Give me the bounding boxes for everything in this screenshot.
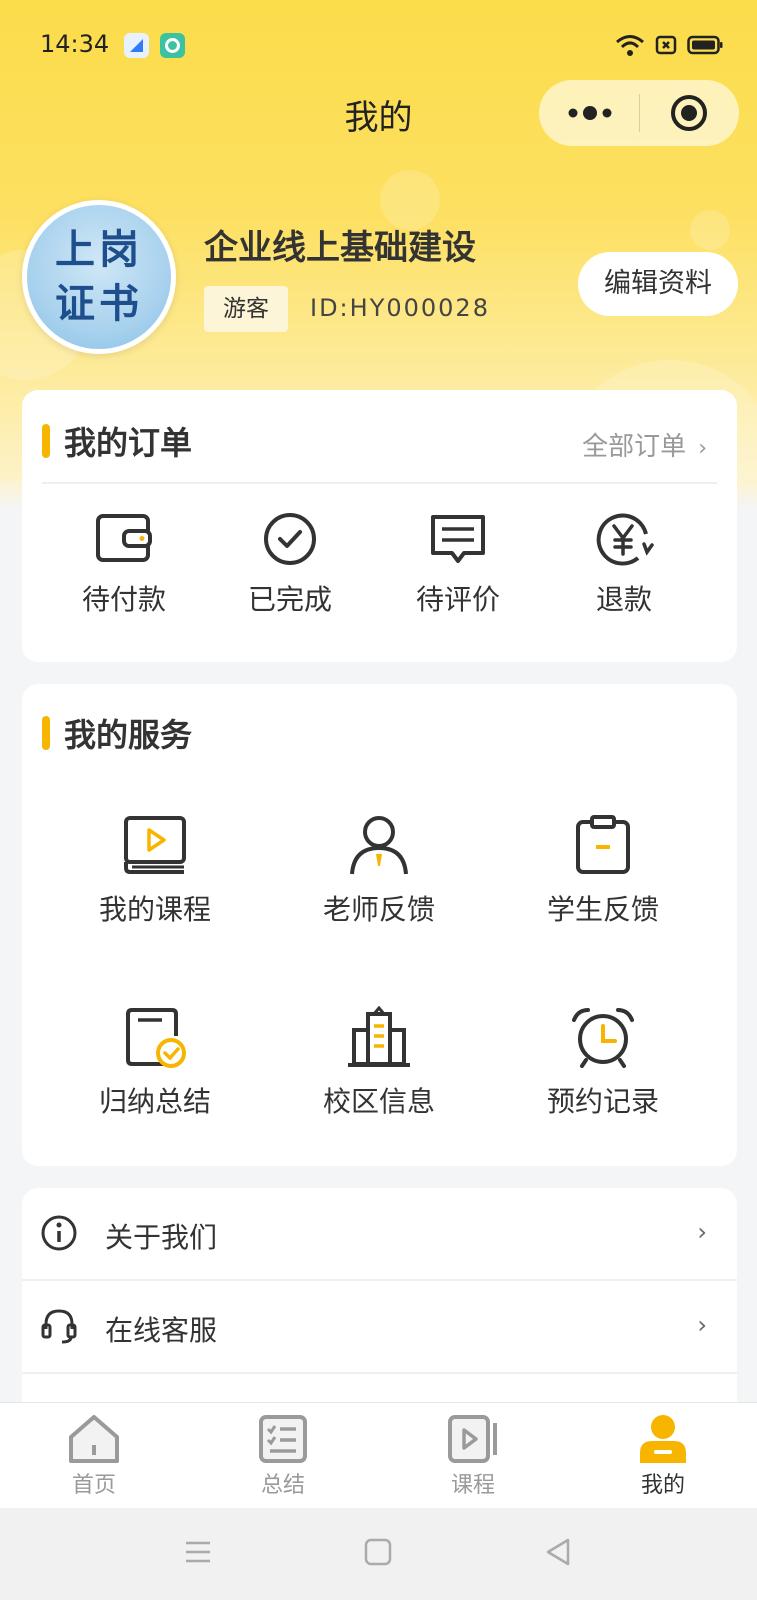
orders-card: 我的订单 全部订单 › 待付款 已完成 待评价 退款 <box>22 390 737 662</box>
all-orders-label: 全部订单 <box>582 432 687 462</box>
services-header: 我的服务 <box>42 710 192 756</box>
order-label: 待评价 <box>415 583 500 616</box>
yen-refund-icon <box>596 513 654 566</box>
accent-bar <box>42 424 50 458</box>
info-icon <box>41 1215 77 1251</box>
services-title: 我的服务 <box>64 716 193 754</box>
close-miniprogram-icon[interactable] <box>669 93 709 133</box>
status-time: 14:34 <box>40 30 110 58</box>
alarm-clock-icon <box>572 1008 634 1068</box>
tab-label: 课程 <box>450 1473 495 1498</box>
accent-bar <box>42 716 50 750</box>
service-student-feedback[interactable]: 学生反馈 <box>528 814 678 928</box>
bottom-tab-bar: 首页 总结 课程 我的 <box>0 1402 757 1508</box>
all-orders-link[interactable]: 全部订单 › <box>582 426 707 463</box>
sim-icon <box>655 35 677 55</box>
home-square-icon[interactable] <box>364 1538 392 1566</box>
service-label: 校区信息 <box>322 1085 435 1118</box>
checklist-icon <box>259 1415 307 1463</box>
tab-label: 我的 <box>640 1473 685 1498</box>
status-bar: 14:34 <box>0 0 757 90</box>
back-icon[interactable] <box>544 1538 572 1566</box>
tab-courses[interactable]: 课程 <box>413 1413 533 1499</box>
tab-label: 首页 <box>71 1473 116 1498</box>
tab-mine[interactable]: 我的 <box>603 1413 723 1499</box>
order-refund[interactable]: 退款 <box>564 512 684 618</box>
tab-summary[interactable]: 总结 <box>223 1413 343 1499</box>
avatar-text-line: 证书 <box>55 281 143 327</box>
service-label: 预约记录 <box>546 1085 659 1118</box>
system-navigation-bar <box>0 1508 757 1600</box>
divider <box>42 482 717 484</box>
orders-title: 我的订单 <box>64 424 193 462</box>
service-label: 归纳总结 <box>98 1085 211 1118</box>
building-icon <box>348 1006 410 1067</box>
service-appointment-records[interactable]: 预约记录 <box>528 1006 678 1120</box>
services-card: 我的服务 我的课程 老师反馈 学生反馈 归纳总结 校区信息 预约记录 <box>22 684 737 1166</box>
miniprogram-capsule <box>539 80 739 146</box>
divider <box>22 1372 737 1374</box>
menu-item-online-service[interactable]: 在线客服 › <box>22 1281 737 1373</box>
menu-item-label: 关于我们 <box>105 1221 218 1254</box>
order-completed[interactable]: 已完成 <box>230 512 350 618</box>
battery-icon <box>687 35 723 55</box>
service-summary[interactable]: 归纳总结 <box>80 1006 230 1120</box>
chevron-right-icon: › <box>697 1311 707 1339</box>
service-label: 我的课程 <box>98 893 211 926</box>
menu-item-about-us[interactable]: 关于我们 › <box>22 1188 737 1280</box>
edit-profile-button[interactable]: 编辑资料 <box>578 252 738 316</box>
app-notification-icon <box>160 33 185 58</box>
menu-icon[interactable] <box>184 1538 212 1566</box>
home-icon <box>69 1415 119 1463</box>
order-label: 退款 <box>595 583 652 616</box>
order-label: 已完成 <box>247 583 332 616</box>
user-icon <box>640 1415 686 1463</box>
role-badge: 游客 <box>204 286 288 332</box>
chevron-right-icon: › <box>698 436 707 461</box>
service-campus-info[interactable]: 校区信息 <box>304 1006 454 1120</box>
service-my-courses[interactable]: 我的课程 <box>80 814 230 928</box>
user-name: 企业线上基础建设 <box>204 228 476 268</box>
headset-icon <box>41 1309 77 1344</box>
summary-icon <box>126 1008 186 1068</box>
more-icon[interactable] <box>565 100 615 126</box>
menu-item-label: 在线客服 <box>105 1314 218 1347</box>
teacher-icon <box>350 816 408 875</box>
clipboard-icon <box>576 815 630 874</box>
user-id: ID:HY000028 <box>310 294 490 322</box>
service-label: 老师反馈 <box>322 893 435 926</box>
app-notification-icon <box>124 33 149 58</box>
order-label: 待付款 <box>81 583 166 616</box>
course-video-icon <box>124 816 186 874</box>
service-teacher-feedback[interactable]: 老师反馈 <box>304 814 454 928</box>
chevron-right-icon: › <box>697 1218 707 1246</box>
video-icon <box>448 1415 497 1463</box>
tab-home[interactable]: 首页 <box>34 1413 154 1499</box>
service-label: 学生反馈 <box>546 893 659 926</box>
check-circle-icon <box>264 513 316 565</box>
avatar[interactable]: 上岗 证书 <box>22 200 176 354</box>
menu-list: 关于我们 › 在线客服 › <box>22 1188 737 1402</box>
order-pending-review[interactable]: 待评价 <box>398 512 518 618</box>
avatar-text-line: 上岗 <box>55 227 143 273</box>
tab-label: 总结 <box>260 1473 305 1498</box>
wallet-icon <box>96 514 152 562</box>
wifi-icon <box>616 35 644 56</box>
orders-header: 我的订单 <box>42 418 192 464</box>
order-pending-payment[interactable]: 待付款 <box>64 512 184 618</box>
comment-icon <box>431 515 485 563</box>
